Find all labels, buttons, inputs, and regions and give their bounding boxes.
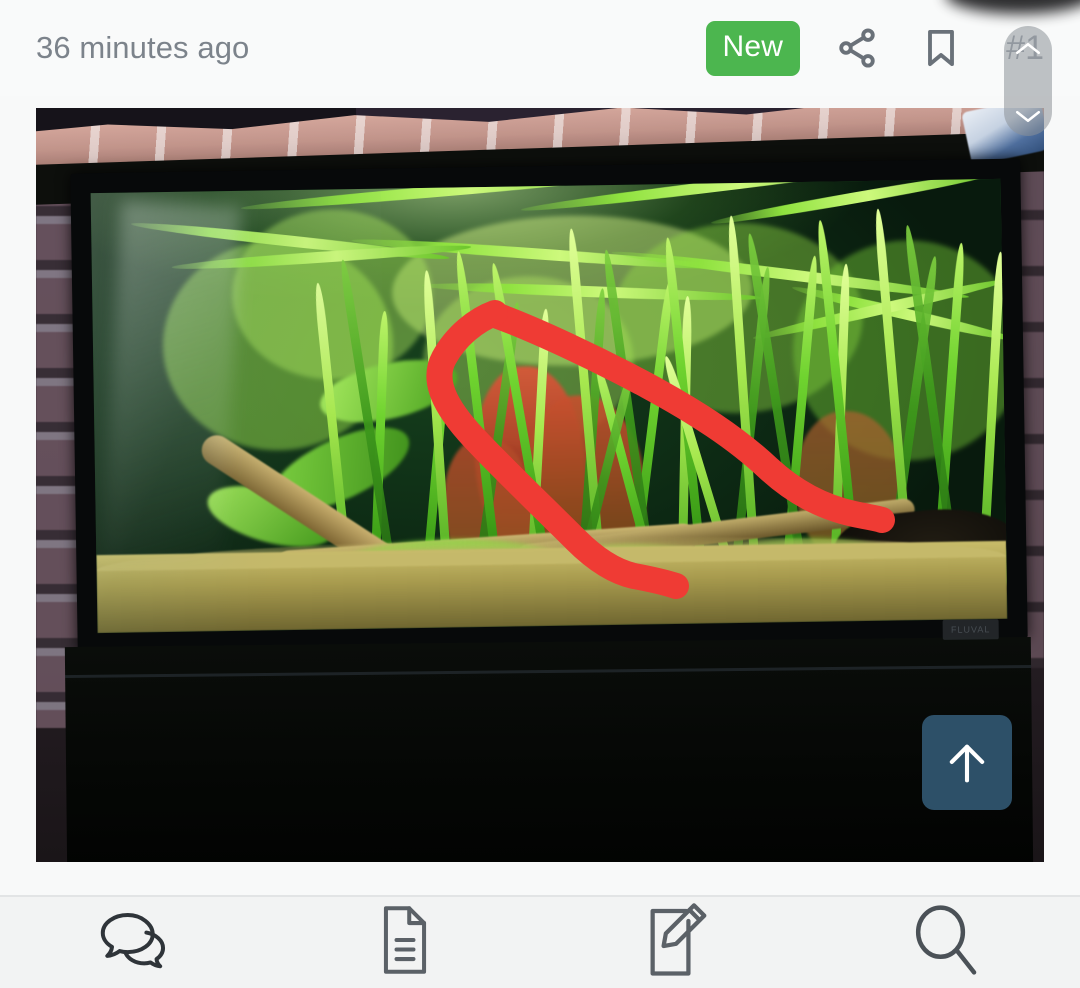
pencil-edit-icon [639, 902, 711, 983]
chat-bubbles-icon [97, 909, 173, 976]
cabinet-seam [65, 664, 1032, 679]
bottom-toolbar [0, 897, 1080, 988]
content-bottom-gap [0, 862, 1080, 895]
aquarium-photo: FLUVAL [36, 108, 1044, 862]
toolbar-comments-button[interactable] [0, 897, 270, 988]
bookmark-icon[interactable] [918, 25, 964, 71]
post-image[interactable]: FLUVAL [36, 108, 1044, 862]
aquarium-cabinet: FLUVAL [64, 619, 1034, 862]
toolbar-search-button[interactable] [810, 897, 1080, 988]
post-header: 36 minutes ago New #1 [0, 0, 1080, 96]
chevron-up-icon[interactable] [1015, 40, 1041, 56]
chevron-down-icon[interactable] [1015, 108, 1041, 124]
post-screen: 36 minutes ago New #1 [0, 0, 1080, 988]
scroll-to-top-button[interactable] [922, 715, 1012, 810]
toolbar-document-button[interactable] [270, 897, 540, 988]
toolbar-compose-button[interactable] [540, 897, 810, 988]
status-badge-new: New [705, 20, 801, 76]
document-icon [377, 904, 433, 981]
post-timestamp: 36 minutes ago [36, 30, 250, 65]
arrow-up-icon [949, 744, 985, 782]
search-icon [909, 902, 981, 983]
scroll-nav-pill[interactable] [1004, 26, 1052, 136]
tank-brand-label: FLUVAL [942, 619, 999, 640]
glass-streak [101, 200, 242, 567]
share-icon[interactable] [834, 25, 880, 71]
sand-substrate [96, 540, 1008, 634]
aquarium-water [90, 178, 1008, 634]
